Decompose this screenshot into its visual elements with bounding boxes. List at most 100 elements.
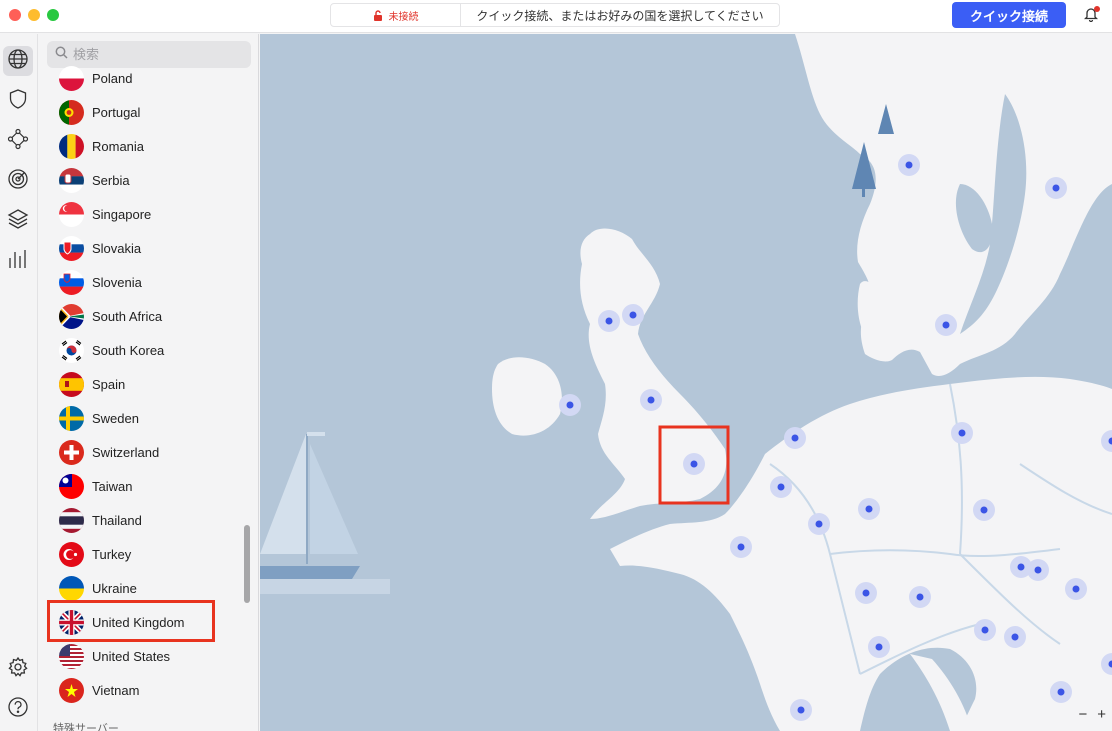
country-item-serbia[interactable]: Serbia [59, 165, 130, 195]
country-name: Sweden [92, 410, 139, 426]
highlight-united-kingdom [47, 600, 215, 642]
country-name: South Korea [92, 342, 165, 358]
country-item-switzerland[interactable]: Switzerland [59, 437, 159, 467]
country-item-spain[interactable]: Spain [59, 369, 125, 399]
country-name: Slovakia [92, 240, 142, 256]
country-name: Romania [92, 138, 145, 154]
server-location-dot[interactable] [559, 394, 581, 416]
unlocked-icon [373, 9, 383, 21]
country-name: Slovenia [92, 274, 142, 290]
zoom-out-button[interactable]: − [1078, 706, 1087, 723]
vietnam-flag-icon [59, 677, 84, 703]
server-location-dot-london[interactable] [683, 453, 705, 475]
search-input[interactable] [73, 47, 233, 62]
server-location-dot[interactable] [640, 389, 662, 411]
zoom-in-button[interactable]: + [1097, 706, 1106, 723]
server-location-dot[interactable] [1027, 559, 1049, 581]
rail-threat-protection[interactable] [3, 86, 33, 116]
server-location-dot[interactable] [868, 636, 890, 658]
sidebar-scrollbar[interactable] [244, 525, 250, 603]
rail-settings[interactable] [3, 654, 33, 684]
slovakia-flag-icon [59, 235, 84, 261]
server-location-dot[interactable] [808, 513, 830, 535]
portugal-flag-icon [59, 99, 84, 125]
country-item-slovenia[interactable]: Slovenia [59, 267, 142, 297]
server-location-dot[interactable] [898, 154, 920, 176]
slovenia-flag-icon [59, 269, 84, 295]
turkey-flag-icon [59, 541, 84, 567]
server-location-dot[interactable] [770, 476, 792, 498]
shield-icon [8, 88, 28, 115]
server-location-dot[interactable] [790, 699, 812, 721]
title-bar: 未接続 クイック接続、またはお好みの国を選択してください クイック接続 [0, 0, 1112, 33]
server-location-dot[interactable] [1065, 578, 1087, 600]
special-servers-heading: 特殊サーバー [53, 723, 119, 731]
country-item-vietnam[interactable]: Vietnam [59, 675, 139, 705]
taiwan-flag-icon [59, 473, 84, 499]
switzerland-flag-icon [59, 439, 84, 465]
country-item-sweden[interactable]: Sweden [59, 403, 139, 433]
country-item-turkey[interactable]: Turkey [59, 539, 131, 569]
meshnet-icon [7, 128, 29, 155]
server-location-dot[interactable] [974, 619, 996, 641]
gear-icon [7, 656, 29, 683]
rail-dark-web-monitor[interactable] [3, 166, 33, 196]
server-location-dot[interactable] [1050, 681, 1072, 703]
server-location-dot[interactable] [1004, 626, 1026, 648]
country-item-portugal[interactable]: Portugal [59, 97, 140, 127]
server-location-dot[interactable] [784, 427, 806, 449]
rail-meshnet[interactable] [3, 126, 33, 156]
country-item-romania[interactable]: Romania [59, 131, 144, 161]
us-flag-icon [59, 643, 84, 669]
close-window-button[interactable] [9, 9, 21, 21]
country-item-united-states[interactable]: United States [59, 641, 170, 671]
server-location-dot[interactable] [909, 586, 931, 608]
country-item-south-africa[interactable]: South Africa [59, 301, 162, 331]
server-location-dot[interactable] [951, 422, 973, 444]
country-name: Spain [92, 376, 126, 392]
serbia-flag-icon [59, 167, 84, 193]
server-location-dot[interactable] [598, 310, 620, 332]
server-location-dot[interactable] [622, 304, 644, 326]
target-icon [7, 168, 29, 195]
rail-countries[interactable] [3, 46, 33, 76]
country-name: Taiwan [92, 478, 133, 494]
poland-flag-icon [59, 65, 84, 91]
country-item-ukraine[interactable]: Ukraine [59, 573, 137, 603]
search-icon [55, 46, 68, 64]
rail-split-tunneling[interactable] [3, 206, 33, 236]
country-item-south-korea[interactable]: South Korea [59, 335, 164, 365]
country-name: Thailand [92, 512, 142, 528]
server-location-dot[interactable] [730, 536, 752, 558]
spain-flag-icon [59, 371, 84, 397]
server-location-dot[interactable] [858, 498, 880, 520]
country-item-taiwan[interactable]: Taiwan [59, 471, 132, 501]
country-item-poland[interactable]: Poland [59, 63, 132, 93]
help-icon [7, 696, 29, 723]
country-item-slovakia[interactable]: Slovakia [59, 233, 141, 263]
server-location-dot[interactable] [973, 499, 995, 521]
connection-status-bar: 未接続 クイック接続、またはお好みの国を選択してください [330, 3, 780, 27]
singapore-flag-icon [59, 201, 84, 227]
status-message: クイック接続、またはお好みの国を選択してください [476, 8, 764, 23]
notifications-button[interactable] [1083, 6, 1100, 27]
country-name: Ukraine [92, 580, 137, 596]
quick-connect-button[interactable]: クイック接続 [952, 2, 1066, 28]
rail-help[interactable] [3, 694, 33, 724]
server-map[interactable]: − + [260, 34, 1112, 731]
country-name: Serbia [92, 172, 130, 188]
sailboat-illustration [260, 432, 390, 594]
europe-map [260, 34, 1112, 731]
country-item-singapore[interactable]: Singapore [59, 199, 151, 229]
server-location-dot[interactable] [855, 582, 877, 604]
maximize-window-button[interactable] [47, 9, 59, 21]
rail-statistics[interactable] [3, 246, 33, 276]
minimize-window-button[interactable] [28, 9, 40, 21]
server-location-dot[interactable] [1045, 177, 1067, 199]
country-sidebar: Poland Portugal Romania Serbia Singapore [39, 34, 259, 731]
country-item-thailand[interactable]: Thailand [59, 505, 142, 535]
country-name: Turkey [92, 546, 132, 562]
server-location-dot[interactable] [935, 314, 957, 336]
zoom-controls: − + [1078, 706, 1106, 723]
country-name: Switzerland [92, 444, 160, 460]
